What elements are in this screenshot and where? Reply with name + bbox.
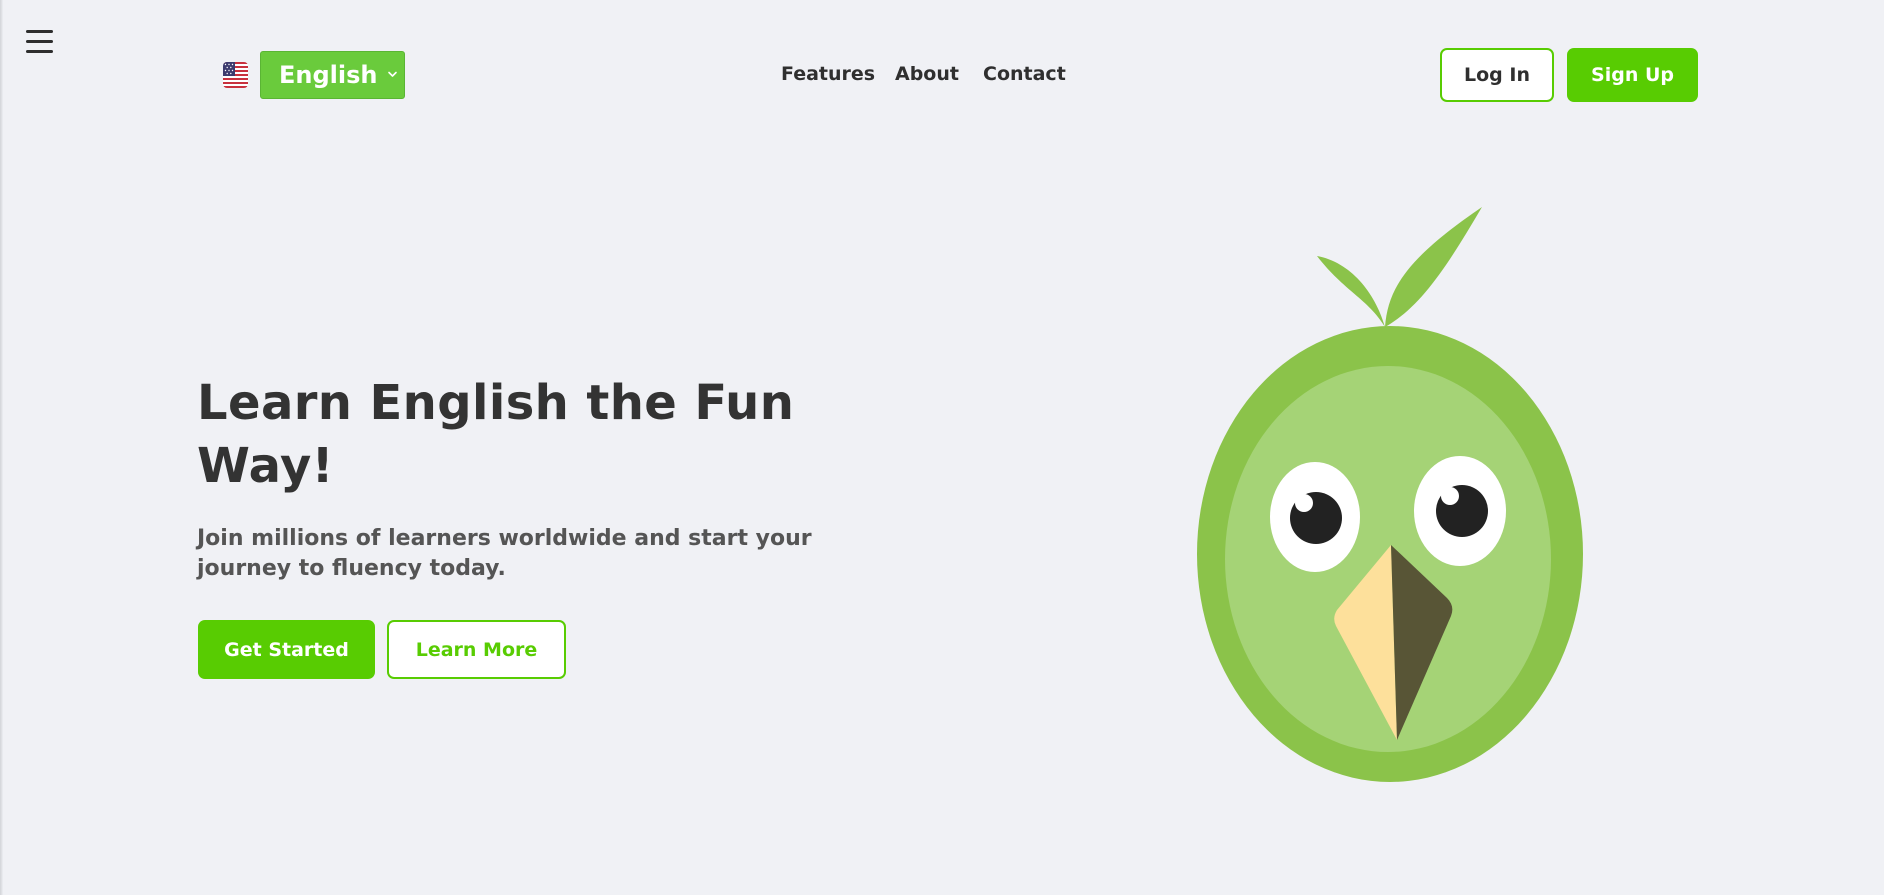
- menu-bar-line: [26, 40, 53, 43]
- window-left-edge: [0, 0, 3, 895]
- mascot-right-eye: [1414, 456, 1506, 566]
- mascot-left-eye: [1270, 462, 1360, 572]
- learn-more-button[interactable]: Learn More: [387, 620, 566, 679]
- nav-link-contact[interactable]: Contact: [983, 63, 1066, 85]
- hero-subtitle: Join millions of learners worldwide and …: [197, 526, 812, 581]
- mascot-leaves: [1317, 207, 1482, 327]
- us-flag-icon: [223, 62, 248, 88]
- language-select[interactable]: English: [260, 51, 405, 99]
- nav-link-features[interactable]: Features: [781, 63, 875, 85]
- menu-bar-line: [26, 50, 53, 53]
- hero-title: Learn English the Fun Way!: [197, 375, 795, 494]
- signup-button[interactable]: Sign Up: [1567, 48, 1698, 102]
- get-started-button[interactable]: Get Started: [198, 620, 375, 679]
- menu-bar-line: [26, 30, 53, 33]
- hamburger-menu-icon[interactable]: [26, 29, 54, 55]
- login-button[interactable]: Log In: [1440, 48, 1554, 102]
- bird-mascot-icon: [1197, 207, 1583, 782]
- nav-link-about[interactable]: About: [895, 63, 959, 85]
- language-select-value: English: [279, 61, 378, 89]
- chevron-down-icon: [388, 71, 397, 77]
